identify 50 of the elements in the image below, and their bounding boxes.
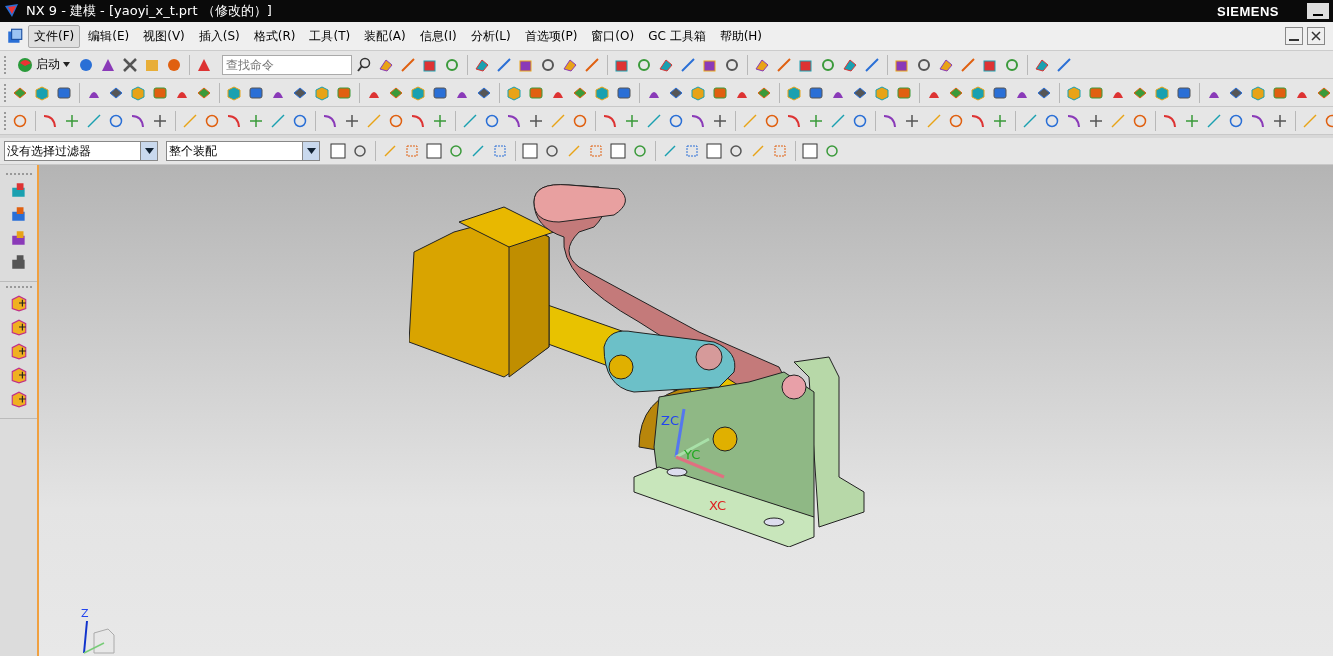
menu-item[interactable]: 帮助(H) (713, 24, 769, 48)
brand-label: SIEMENS (1217, 3, 1279, 19)
graphics-viewport[interactable]: ZC YC XC Z (39, 165, 1333, 656)
start-button[interactable]: 启动 (13, 56, 74, 73)
window-title: NX 9 - 建模 - [yaoyi_x_t.prt （修改的）] (26, 2, 273, 20)
side-tool-icon[interactable] (9, 294, 28, 312)
side-tool-icon[interactable] (9, 390, 28, 408)
toolbar-icon[interactable] (704, 141, 724, 161)
menu-item[interactable]: 工具(T) (303, 24, 357, 48)
view-triad-icon (83, 620, 115, 654)
toolbar-icon[interactable] (328, 141, 348, 161)
axis-label: ZC (661, 413, 679, 428)
menu-item[interactable]: 插入(S) (192, 24, 246, 48)
axis-label: YC (684, 447, 701, 462)
scope-dropdown[interactable]: 整个装配 (166, 141, 320, 161)
menu-item[interactable]: 窗口(O) (585, 24, 641, 48)
toolbar-icon[interactable] (520, 141, 540, 161)
side-tool-icon[interactable] (9, 181, 28, 199)
caret-icon (144, 148, 154, 154)
side-tool-icon[interactable] (9, 253, 28, 271)
cube-icon[interactable] (6, 27, 24, 45)
globe-icon (17, 56, 33, 73)
menu-item[interactable]: 格式(R) (247, 24, 302, 48)
menu-item[interactable]: 装配(A) (358, 24, 412, 48)
selection-filter-dropdown[interactable]: 没有选择过滤器 (4, 141, 158, 161)
toolbar-icon[interactable] (608, 141, 628, 161)
close-button[interactable] (1307, 27, 1325, 45)
side-tool-icon[interactable] (9, 229, 28, 247)
axis-label: Z (81, 607, 89, 620)
menu-item[interactable]: 文件(F) (28, 24, 81, 48)
menu-item[interactable]: 视图(V) (137, 24, 191, 48)
menu-item[interactable]: 编辑(E) (82, 24, 136, 48)
search-field[interactable]: 查找命令 (222, 54, 352, 75)
menu-item[interactable]: 首选项(P) (518, 24, 584, 48)
side-tool-icon[interactable] (9, 318, 28, 336)
close-icon (1311, 31, 1321, 41)
menu-item[interactable]: 信息(I) (413, 24, 463, 48)
side-tool-icon[interactable] (9, 342, 28, 360)
caret-icon (306, 148, 316, 154)
toolbar-icon[interactable] (424, 141, 444, 161)
restore-button[interactable] (1285, 27, 1303, 45)
side-tool-icon[interactable] (9, 205, 28, 223)
app-logo-icon (4, 3, 20, 19)
side-tool-icon[interactable] (9, 366, 28, 384)
caret-icon (63, 62, 70, 67)
menu-item[interactable]: GC 工具箱 (642, 24, 712, 48)
toolbar-icon[interactable] (800, 141, 820, 161)
menu-item[interactable]: 分析(L) (464, 24, 517, 48)
axis-label: XC (709, 498, 727, 513)
minimize-button[interactable] (1307, 3, 1329, 19)
